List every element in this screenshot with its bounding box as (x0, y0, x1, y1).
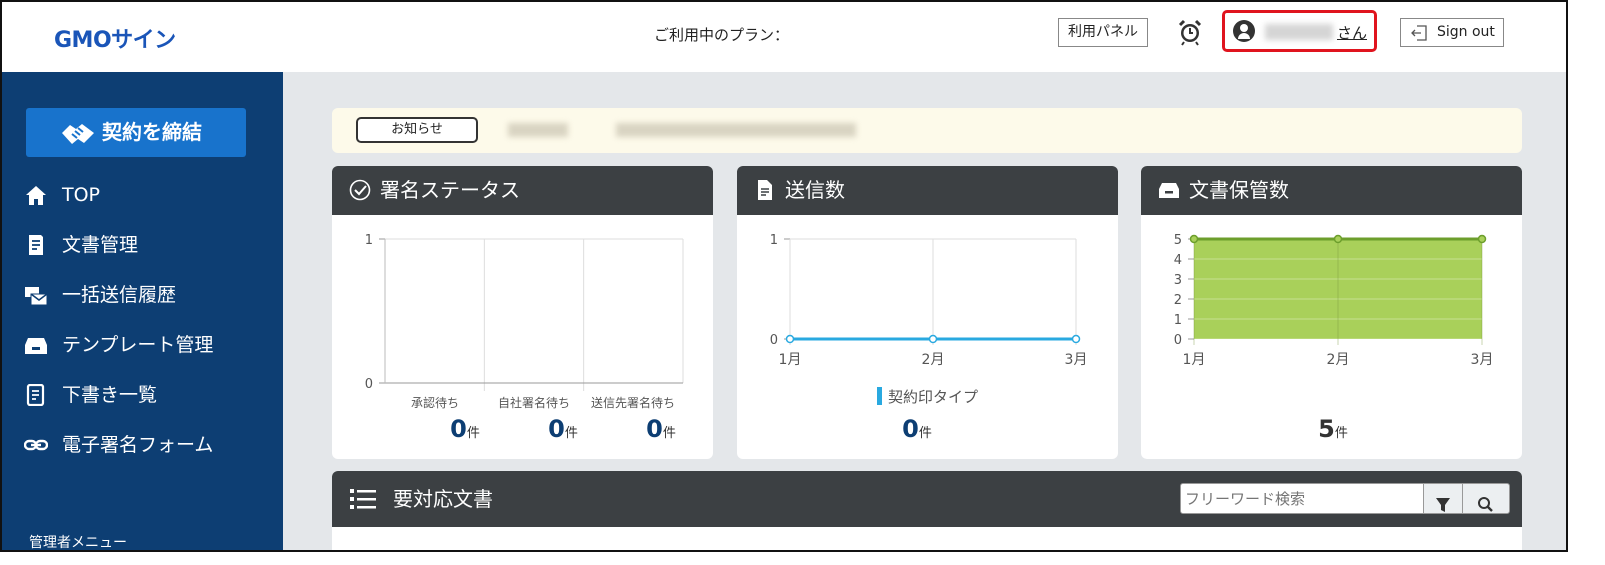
y-tick-label: 0 (770, 333, 778, 348)
search-icon (1478, 497, 1493, 512)
sent-count-card: 送信数 0 1 1月 2月 3月 契約印タイプ 0件 (737, 166, 1118, 459)
sidebar-item-label: 文書管理 (62, 234, 139, 256)
y-tick-label: 1 (365, 233, 373, 248)
x-tick-label: 1月 (779, 352, 802, 368)
y-tick-label: 0 (1174, 333, 1182, 348)
y-tick-label: 2 (1174, 293, 1182, 308)
x-tick-label: 3月 (1065, 352, 1088, 368)
data-point (1477, 234, 1487, 244)
file-text-icon (758, 180, 772, 200)
signature-status-card: 署名ステータス 01 承認待ち 自社署名待ち 送信先署名待ち 0件 0件 0件 (332, 166, 713, 459)
filter-button[interactable] (1423, 483, 1463, 514)
sidebar-item-label: TOP (62, 184, 101, 206)
user-menu[interactable]: さん (1222, 10, 1377, 52)
y-tick-label: 1 (770, 233, 778, 248)
y-tick-label: 1 (1174, 313, 1182, 328)
category-label: 送信先署名待ち (590, 396, 675, 410)
sidebar-item-label: テンプレート管理 (62, 334, 214, 356)
sidebar-item-document-management[interactable]: 文書管理 (24, 230, 274, 260)
own-signature-pending-count: 0件 (548, 415, 578, 443)
y-tick-label: 3 (1174, 273, 1182, 288)
gmo-sign-logo[interactable]: GMOサイン (54, 22, 176, 54)
chart-legend[interactable]: 契約印タイプ (877, 386, 978, 407)
sidebar-item-label: 一括送信履歴 (62, 284, 177, 306)
handshake-icon (62, 124, 94, 144)
sign-out-label: Sign out (1437, 24, 1495, 40)
sidebar-item-batch-history[interactable]: 一括送信履歴 (24, 280, 274, 310)
template-box-icon (25, 338, 47, 354)
card-header: 文書保管数 (1141, 166, 1522, 215)
search-button[interactable] (1462, 483, 1510, 514)
link-icon (24, 439, 48, 451)
sent-count-chart: 0 1 1月 2月 3月 (770, 233, 1088, 368)
recipient-signature-pending-count: 0件 (646, 415, 676, 443)
batch-send-icon (25, 287, 48, 306)
usage-panel-button[interactable]: 利用パネル (1058, 18, 1148, 47)
x-tick-label: 2月 (1327, 352, 1350, 368)
data-point (785, 334, 795, 344)
stored-documents-card: 文書保管数 0 1 2 3 4 5 1月 2月 3月 5件 (1141, 166, 1522, 459)
stored-total-count: 5件 (1318, 415, 1348, 443)
legend-swatch (877, 387, 882, 405)
draft-icon (26, 384, 45, 406)
document-icon (29, 235, 43, 255)
plan-label: ご利用中のプラン： (654, 26, 790, 44)
panel-header: 要対応文書 (332, 471, 1522, 527)
admin-menu-heading[interactable]: 管理者メニュー (29, 532, 127, 550)
card-header: 送信数 (737, 166, 1118, 215)
alarm-clock-icon[interactable] (1176, 18, 1204, 46)
card-title: 文書保管数 (1189, 178, 1289, 202)
user-name-suffix: さん (1337, 24, 1368, 42)
list-icon (350, 489, 376, 509)
pending-approval-count: 0件 (450, 415, 480, 443)
user-name-redacted (1265, 24, 1333, 40)
sent-total-count: 0件 (902, 415, 932, 443)
create-contract-label: 契約を締結 (102, 120, 202, 144)
card-header: 署名ステータス (332, 166, 713, 215)
y-tick-label: 0 (365, 377, 373, 392)
action-required-panel: 要対応文書 (332, 471, 1522, 550)
user-avatar-icon (1233, 20, 1255, 42)
notice-button[interactable]: お知らせ (356, 117, 478, 143)
data-point (1071, 334, 1081, 344)
sidebar: 契約を締結 TOP 文書管理 一括送信履歴 テンプレート管理 下書き一覧 電子署… (2, 72, 283, 550)
notice-link-redacted[interactable] (616, 123, 856, 137)
stored-documents-chart: 0 1 2 3 4 5 1月 2月 3月 (1174, 233, 1494, 368)
signature-status-chart: 01 (365, 233, 684, 392)
notice-bar: お知らせ (332, 108, 1522, 153)
sidebar-item-label: 電子署名フォーム (62, 434, 214, 456)
sidebar-item-top[interactable]: TOP (24, 180, 274, 210)
data-point (1333, 234, 1343, 244)
top-header: GMOサイン ご利用中のプラン： 利用パネル さん Sign out (2, 2, 1566, 72)
create-contract-button[interactable]: 契約を締結 (26, 108, 246, 157)
card-title: 送信数 (785, 178, 845, 202)
free-word-search-input[interactable] (1180, 483, 1424, 514)
x-tick-label: 1月 (1183, 352, 1206, 368)
x-tick-label: 2月 (922, 352, 945, 368)
app-window: GMOサイン ご利用中のプラン： 利用パネル さん Sign out 契約を締結… (0, 0, 1568, 552)
filter-icon (1436, 498, 1450, 512)
sidebar-item-template-management[interactable]: テンプレート管理 (24, 330, 274, 360)
panel-title: 要対応文書 (393, 487, 493, 511)
sign-out-button[interactable]: Sign out (1400, 18, 1504, 47)
sidebar-item-e-signature-form[interactable]: 電子署名フォーム (24, 430, 274, 460)
vertical-scrollbar[interactable] (1550, 72, 1566, 550)
archive-box-icon (1159, 183, 1179, 198)
sign-out-icon (1411, 25, 1427, 41)
data-point (1189, 234, 1199, 244)
check-circle-icon (349, 179, 371, 201)
category-label: 自社署名待ち (497, 396, 570, 410)
sidebar-item-label: 下書き一覧 (62, 384, 158, 406)
card-title: 署名ステータス (380, 178, 520, 202)
y-tick-label: 5 (1174, 233, 1182, 248)
notice-date-redacted (508, 123, 568, 137)
y-tick-label: 4 (1174, 253, 1182, 268)
category-label: 承認待ち (410, 396, 459, 410)
x-tick-label: 3月 (1471, 352, 1494, 368)
data-point (928, 334, 938, 344)
home-icon (26, 186, 46, 205)
sidebar-item-drafts[interactable]: 下書き一覧 (24, 380, 274, 410)
legend-label: 契約印タイプ (888, 388, 979, 406)
